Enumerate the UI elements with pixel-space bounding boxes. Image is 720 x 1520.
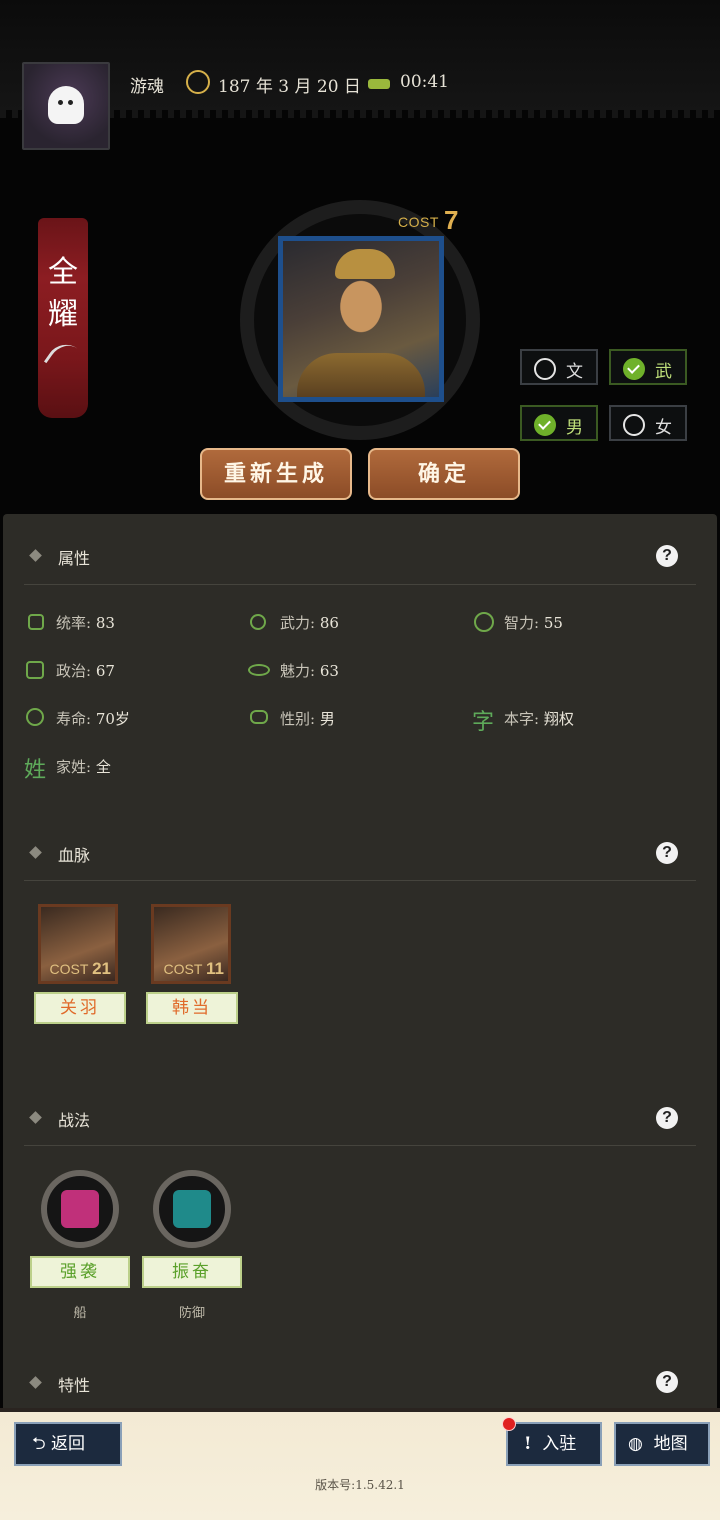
cost-label: COST — [398, 214, 439, 230]
confirm-button[interactable]: 确定 — [368, 448, 520, 500]
check-icon — [534, 414, 556, 436]
regenerate-button[interactable]: 重新生成 — [200, 448, 352, 500]
armor — [297, 353, 425, 397]
version-text: 版本号:1.5.42.1 — [315, 1478, 405, 1492]
helmet — [335, 249, 395, 279]
notification-dot — [502, 1417, 516, 1431]
brain-icon — [474, 612, 494, 632]
stat-wuli: 武力: 86 — [280, 614, 339, 632]
stat-tongshuai: 统率: 83 — [56, 614, 115, 632]
tactic-name-qiangxi[interactable]: 强袭 — [30, 1256, 130, 1288]
toggle-wu[interactable]: 武 — [609, 349, 687, 385]
help-icon[interactable]: ? — [656, 842, 678, 864]
scroll-icon — [26, 661, 44, 679]
player-name: 游魂 — [130, 77, 164, 97]
banner-char-1: 全 — [48, 255, 78, 290]
exclamation-icon: ! — [524, 1434, 532, 1454]
lineage-card-guanyu[interactable]: COST 21 — [38, 904, 118, 984]
check-icon — [623, 358, 645, 380]
lifespan-icon — [26, 708, 44, 726]
divider — [24, 1145, 696, 1146]
tactic-name-zhenfen[interactable]: 振奋 — [142, 1256, 242, 1288]
ghost-icon — [48, 86, 84, 124]
stat-zhili: 智力: 55 — [504, 614, 563, 632]
stat-jiaxing: 家姓: 全 — [56, 758, 111, 776]
tactic-icon-qiangxi[interactable] — [41, 1170, 119, 1248]
section-title-lineage: 血脉 — [58, 846, 91, 865]
feather-icon — [43, 336, 83, 378]
gender-icon — [250, 710, 268, 724]
section-title-attributes: 属性 — [58, 549, 91, 568]
stat-meili: 魅力: 63 — [280, 662, 339, 680]
join-button[interactable]: ! 入驻 — [506, 1422, 602, 1466]
help-icon[interactable]: ? — [656, 1107, 678, 1129]
tactic-type-zhenfen: 防御 — [178, 1306, 205, 1321]
game-date: 187 年 3 月 20 日 — [218, 77, 361, 97]
divider — [24, 880, 696, 881]
help-icon[interactable]: ? — [656, 545, 678, 567]
toggle-wen[interactable]: 文 — [520, 349, 598, 385]
game-time: 00:41 — [400, 72, 449, 92]
tactic-icon-zhenfen[interactable] — [153, 1170, 231, 1248]
lineage-name-guanyu[interactable]: 关羽 — [34, 992, 126, 1024]
stat-shouming: 寿命: 70岁 — [56, 710, 130, 728]
rally-icon — [173, 1190, 211, 1228]
radio-icon — [623, 414, 645, 436]
section-title-traits: 特性 — [58, 1376, 91, 1395]
flag-icon — [28, 614, 44, 630]
zi-icon: 字 — [472, 710, 495, 735]
back-arrow-icon: ⮌ — [32, 1434, 46, 1454]
lineage-card-handang[interactable]: COST 11 — [151, 904, 231, 984]
help-icon[interactable]: ? — [656, 1371, 678, 1393]
xing-icon: 姓 — [24, 758, 47, 783]
rank-banner: 全 耀 — [38, 218, 88, 418]
assault-icon — [61, 1190, 99, 1228]
map-button[interactable]: ◍ 地图 — [614, 1422, 710, 1466]
year-badge-icon — [186, 70, 210, 94]
radio-icon — [534, 358, 556, 380]
eye-icon — [248, 664, 270, 676]
player-avatar[interactable] — [22, 62, 110, 150]
toggle-male[interactable]: 男 — [520, 405, 598, 441]
back-button[interactable]: ⮌ 返回 — [14, 1422, 122, 1466]
map-icon: ◍ — [628, 1434, 643, 1454]
horse-icon — [368, 73, 390, 93]
banner-char-2: 耀 — [48, 297, 78, 332]
tactic-type-qiangxi: 船 — [73, 1306, 87, 1321]
cost-value: 7 — [444, 205, 459, 235]
toggle-female[interactable]: 女 — [609, 405, 687, 441]
stat-zhengzhi: 政治: 67 — [56, 662, 115, 680]
general-portrait — [278, 236, 444, 402]
section-title-tactics: 战法 — [58, 1111, 91, 1130]
lineage-name-handang[interactable]: 韩当 — [146, 992, 238, 1024]
divider — [24, 584, 696, 585]
fist-icon — [250, 614, 266, 630]
stat-benzi: 本字: 翔权 — [504, 710, 574, 728]
stat-xingbie: 性别: 男 — [280, 710, 335, 728]
